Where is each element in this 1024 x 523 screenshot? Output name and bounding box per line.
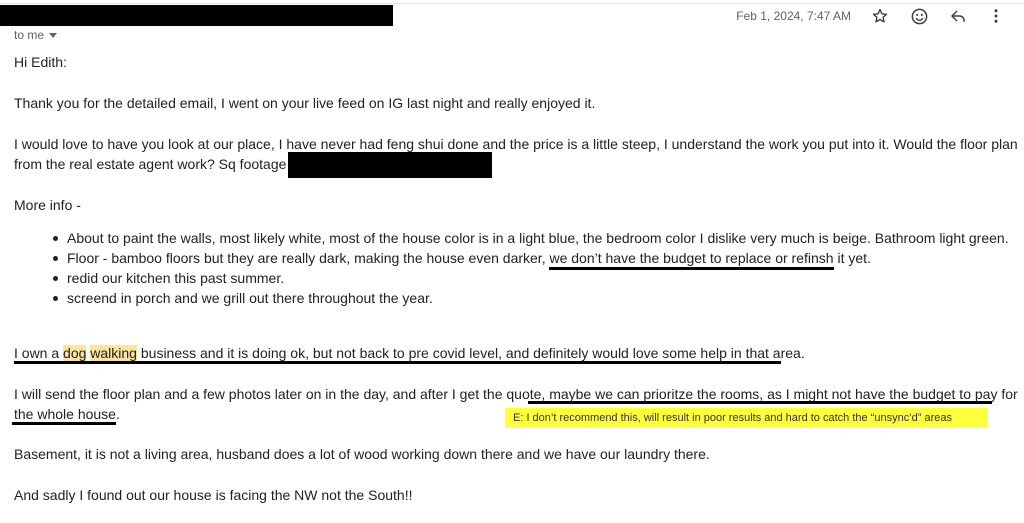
email-date: Feb 1, 2024, 7:47 AM	[736, 9, 851, 23]
paragraph-2-line-1: I would love to have you look at our pla…	[14, 136, 1018, 152]
highlight-dog: dog	[63, 345, 87, 361]
more-info-heading: More info -	[14, 197, 81, 213]
redacted-sender	[0, 5, 393, 26]
paragraph-1: Thank you for the detailed email, I went…	[14, 95, 596, 111]
emoji-reaction-button[interactable]	[907, 4, 931, 28]
bullet-dot	[53, 276, 58, 281]
annotation-note: E: I don’t recommend this, will result i…	[505, 408, 987, 428]
star-icon	[872, 8, 888, 23]
recipients-toggle[interactable]: to me	[14, 28, 58, 42]
highlight-walking: walking	[90, 345, 137, 361]
more-options-button[interactable]	[984, 4, 1008, 28]
list-item: redid our kitchen this past summer.	[67, 270, 285, 286]
underline-prioritize	[528, 401, 992, 404]
greeting: Hi Edith:	[14, 54, 67, 70]
more-vert-icon	[994, 9, 998, 23]
reply-icon	[951, 10, 965, 22]
star-button[interactable]	[868, 4, 892, 28]
underlined-budget-floors: we don’t have the budget to replace or r…	[549, 250, 834, 270]
emoji-icon	[911, 8, 927, 24]
paragraph-facing: And sadly I found out our house is facin…	[14, 487, 413, 503]
underline-whole-house	[12, 422, 116, 425]
chevron-down-icon	[49, 33, 58, 38]
bullet-dot	[53, 296, 58, 301]
redacted-sq-footage	[288, 152, 492, 178]
paragraph-business: I own a dog walking business and it is d…	[14, 345, 805, 361]
list-item: About to paint the walls, most likely wh…	[67, 230, 1009, 246]
bullet-dot	[53, 256, 58, 261]
paragraph-2-line-2: from the real estate agent work? Sq foot…	[14, 156, 287, 172]
reply-button[interactable]	[946, 4, 970, 28]
list-item: screend in porch and we grill out there …	[67, 290, 433, 306]
recipients-label: to me	[14, 28, 45, 42]
bullet-dot	[53, 236, 58, 241]
underline-business	[14, 361, 781, 364]
paragraph-basement: Basement, it is not a living area, husba…	[14, 446, 710, 462]
list-item: Floor - bamboo floors but they are reall…	[67, 248, 871, 270]
paragraph-4-line-2: the whole house.	[14, 406, 120, 422]
